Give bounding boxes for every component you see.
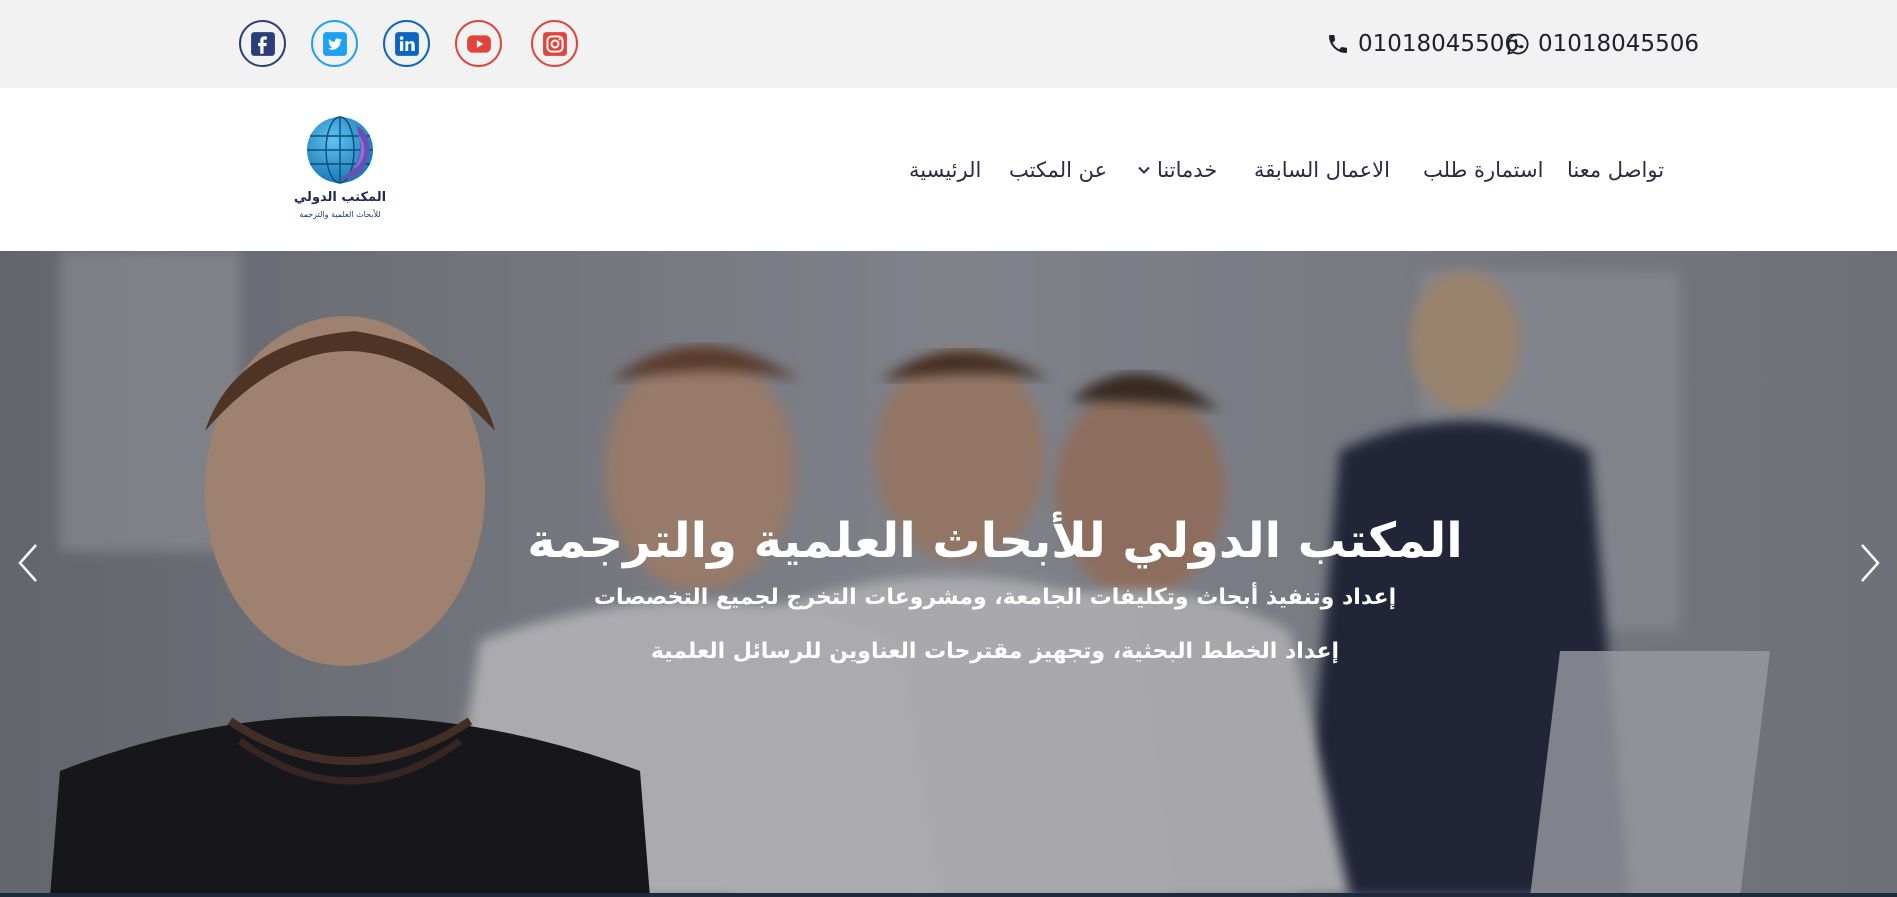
slider-next-arrow-icon[interactable] xyxy=(1854,541,1884,585)
whatsapp-number: 01018045506 xyxy=(1538,31,1699,57)
slider-prev-arrow-icon[interactable] xyxy=(14,541,44,585)
youtube-icon xyxy=(466,34,491,53)
twitter-link[interactable] xyxy=(311,20,358,67)
phone-contact[interactable]: 01018045506 xyxy=(1326,28,1519,60)
hero-overlay xyxy=(0,251,1897,897)
nav-home-label: الرئيسية xyxy=(909,158,982,182)
logo-name: المكتب الدولي xyxy=(293,190,387,205)
facebook-icon xyxy=(250,31,275,56)
phone-number: 01018045506 xyxy=(1358,31,1519,57)
main-header: المكتب الدولي للأبحاث العلمية والترجمة ا… xyxy=(0,88,1897,251)
nav-about-label: عن المكتب xyxy=(1009,158,1108,182)
bottom-strip xyxy=(0,893,1897,897)
nav-contact-label: تواصل معنا xyxy=(1567,158,1665,182)
linkedin-link[interactable] xyxy=(383,20,430,67)
nav-services[interactable]: خدماتنا xyxy=(1137,158,1217,182)
twitter-icon xyxy=(322,31,347,56)
youtube-link[interactable] xyxy=(455,20,502,67)
site-logo[interactable]: المكتب الدولي للأبحاث العلمية والترجمة xyxy=(290,114,390,226)
nav-previous-works-label: الاعمال السابقة xyxy=(1254,158,1390,182)
nav-services-label: خدماتنا xyxy=(1157,158,1218,182)
nav-about[interactable]: عن المكتب xyxy=(1009,158,1107,182)
logo-subtitle: للأبحاث العلمية والترجمة xyxy=(299,210,381,219)
nav-previous-works[interactable]: الاعمال السابقة xyxy=(1254,158,1390,182)
top-bar: 01018045506 01018045506 xyxy=(0,0,1897,88)
nav-request-form[interactable]: استمارة طلب xyxy=(1423,158,1543,182)
instagram-link[interactable] xyxy=(531,20,578,67)
chevron-down-icon xyxy=(1138,166,1150,174)
hero-line-1: إعداد وتنفيذ أبحاث وتكليفات الجامعة، ومش… xyxy=(593,585,1397,610)
linkedin-icon xyxy=(394,31,419,56)
whatsapp-icon xyxy=(1507,33,1529,55)
instagram-icon xyxy=(542,31,567,56)
nav-home[interactable]: الرئيسية xyxy=(909,158,981,182)
whatsapp-contact[interactable]: 01018045506 xyxy=(1506,28,1699,60)
nav-request-form-label: استمارة طلب xyxy=(1423,158,1544,182)
nav-contact[interactable]: تواصل معنا xyxy=(1567,158,1664,182)
globe-logo-icon xyxy=(307,116,373,184)
hero-line-2: إعداد الخطط البحثية، وتجهيز مقترحات العن… xyxy=(650,639,1340,664)
phone-icon xyxy=(1329,35,1347,53)
hero-slider: المكتب الدولي للأبحاث العلمية والترجمة إ… xyxy=(0,251,1897,897)
hero-title: المكتب الدولي للأبحاث العلمية والترجمة xyxy=(527,513,1463,569)
facebook-link[interactable] xyxy=(239,20,286,67)
